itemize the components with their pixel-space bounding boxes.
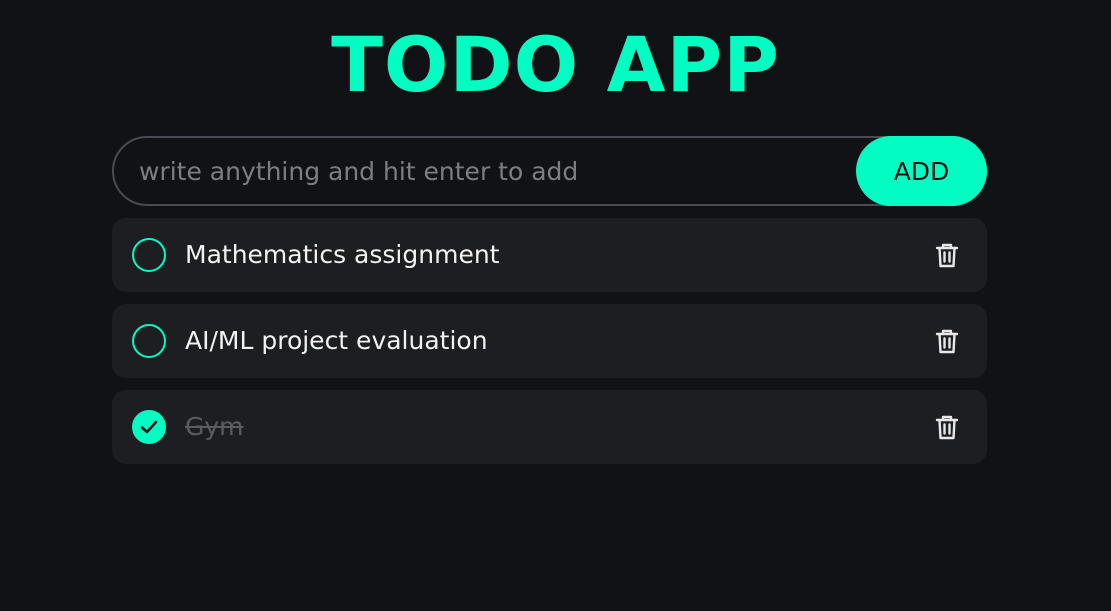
- add-todo-form: ADD: [112, 136, 987, 206]
- checkbox-circle-icon[interactable]: [132, 324, 166, 358]
- todo-item: AI/ML project evaluation: [112, 304, 987, 378]
- trash-icon[interactable]: [933, 413, 961, 441]
- todo-text: AI/ML project evaluation: [185, 326, 488, 355]
- todo-text: Mathematics assignment: [185, 240, 500, 269]
- todo-app: TODO APP ADD Mathematics assignment AI/M…: [0, 0, 1111, 611]
- trash-icon[interactable]: [933, 327, 961, 355]
- checkbox-circle-icon[interactable]: [132, 238, 166, 272]
- check-circle-icon[interactable]: [132, 410, 166, 444]
- app-title: TODO APP: [331, 20, 780, 109]
- todo-list: Mathematics assignment AI/ML project eva…: [112, 218, 987, 476]
- todo-item: Mathematics assignment: [112, 218, 987, 292]
- todo-item: Gym: [112, 390, 987, 464]
- trash-icon[interactable]: [933, 241, 961, 269]
- add-button[interactable]: ADD: [856, 136, 987, 206]
- todo-text: Gym: [185, 412, 244, 441]
